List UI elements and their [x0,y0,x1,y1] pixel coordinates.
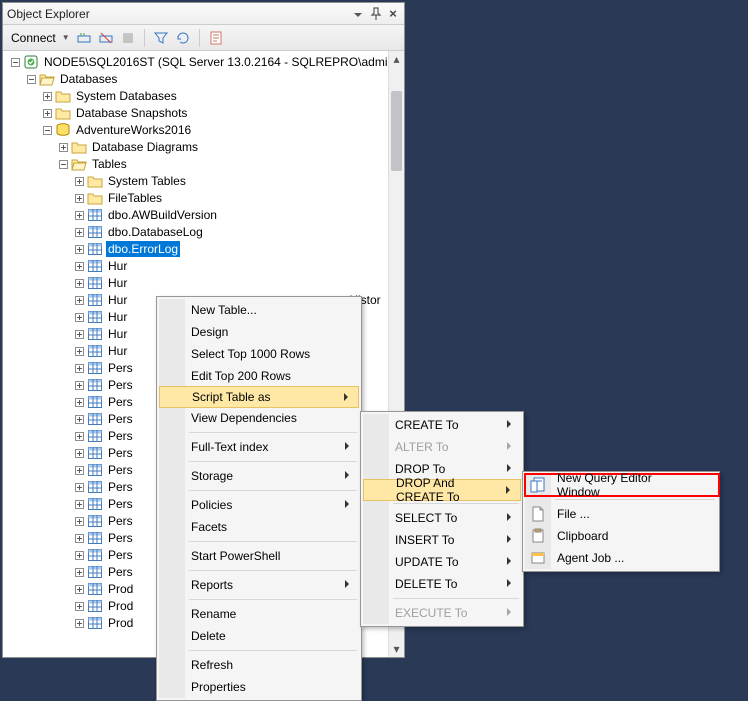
menu-storage[interactable]: Storage [159,465,359,487]
context-menu-table: New Table... Design Select Top 1000 Rows… [156,296,362,701]
connect-button[interactable]: Connect [7,29,60,47]
filter-icon[interactable] [153,30,169,46]
menu-policies[interactable]: Policies [159,494,359,516]
menu-design[interactable]: Design [159,321,359,343]
tree-filetables[interactable]: FileTables [5,190,404,206]
menu-create-to[interactable]: CREATE To [363,414,521,436]
disconnect-icon[interactable] [98,30,114,46]
menu-delete-to[interactable]: DELETE To [363,573,521,595]
tree-systables[interactable]: System Tables [5,173,404,189]
menu-reports[interactable]: Reports [159,574,359,596]
stop-icon[interactable] [120,30,136,46]
menu-select-1000[interactable]: Select Top 1000 Rows [159,343,359,365]
panel-titlebar: Object Explorer × [3,3,404,25]
submenu-target: New Query Editor Window File ... Clipboa… [522,471,720,572]
connect-dropdown-icon[interactable]: ▼ [62,33,70,42]
menu-view-deps[interactable]: View Dependencies [159,407,359,429]
menu-alter-to: ALTER To [363,436,521,458]
tree-diag[interactable]: Database Diagrams [5,139,404,155]
menu-rename[interactable]: Rename [159,603,359,625]
clipboard-icon [530,528,546,544]
panel-title: Object Explorer [7,7,346,21]
close-icon[interactable]: × [386,7,400,21]
scroll-down-icon[interactable]: ▾ [389,641,404,657]
scroll-thumb[interactable] [391,91,402,171]
connect-icon[interactable] [76,30,92,46]
query-editor-icon [530,477,546,493]
menu-update-to[interactable]: UPDATE To [363,551,521,573]
tree-dlog[interactable]: dbo.DatabaseLog [5,224,404,240]
tree-elog[interactable]: dbo.ErrorLog [5,241,404,257]
menu-fulltext[interactable]: Full-Text index [159,436,359,458]
tree-item[interactable]: Hur [5,258,404,274]
tree-tables[interactable]: Tables [5,156,404,172]
menu-facets[interactable]: Facets [159,516,359,538]
menu-execute-to: EXECUTE To [363,602,521,624]
menu-clipboard[interactable]: Clipboard [525,525,717,547]
file-icon [530,506,546,522]
menu-new-query-window[interactable]: New Query Editor Window [525,474,717,496]
tree-snap[interactable]: Database Snapshots [5,105,404,121]
menu-delete[interactable]: Delete [159,625,359,647]
agent-icon [530,550,546,566]
menu-new-table[interactable]: New Table... [159,299,359,321]
toolbar: Connect ▼ [3,25,404,51]
pin-icon[interactable] [368,7,382,21]
refresh-icon[interactable] [175,30,191,46]
menu-insert-to[interactable]: INSERT To [363,529,521,551]
tree-item[interactable]: Hur [5,275,404,291]
menu-refresh[interactable]: Refresh [159,654,359,676]
menu-properties[interactable]: Properties [159,676,359,698]
tree-aw[interactable]: AdventureWorks2016 [5,122,404,138]
scroll-up-icon[interactable]: ▴ [389,51,404,67]
tree-awbv[interactable]: dbo.AWBuildVersion [5,207,404,223]
menu-file[interactable]: File ... [525,503,717,525]
dropdown-icon[interactable] [350,7,364,21]
menu-select-to[interactable]: SELECT To [363,507,521,529]
menu-powershell[interactable]: Start PowerShell [159,545,359,567]
menu-script-table-as[interactable]: Script Table as [159,386,359,408]
tree-server[interactable]: NODE5\SQL2016ST (SQL Server 13.0.2164 - … [5,54,404,70]
menu-drop-create-to[interactable]: DROP And CREATE To [363,479,521,501]
menu-agent-job[interactable]: Agent Job ... [525,547,717,569]
menu-edit-200[interactable]: Edit Top 200 Rows [159,365,359,387]
tree-databases[interactable]: Databases [5,71,404,87]
tree-sysdb[interactable]: System Databases [5,88,404,104]
submenu-script-as: CREATE To ALTER To DROP To DROP And CREA… [360,411,524,627]
script-icon[interactable] [208,30,224,46]
